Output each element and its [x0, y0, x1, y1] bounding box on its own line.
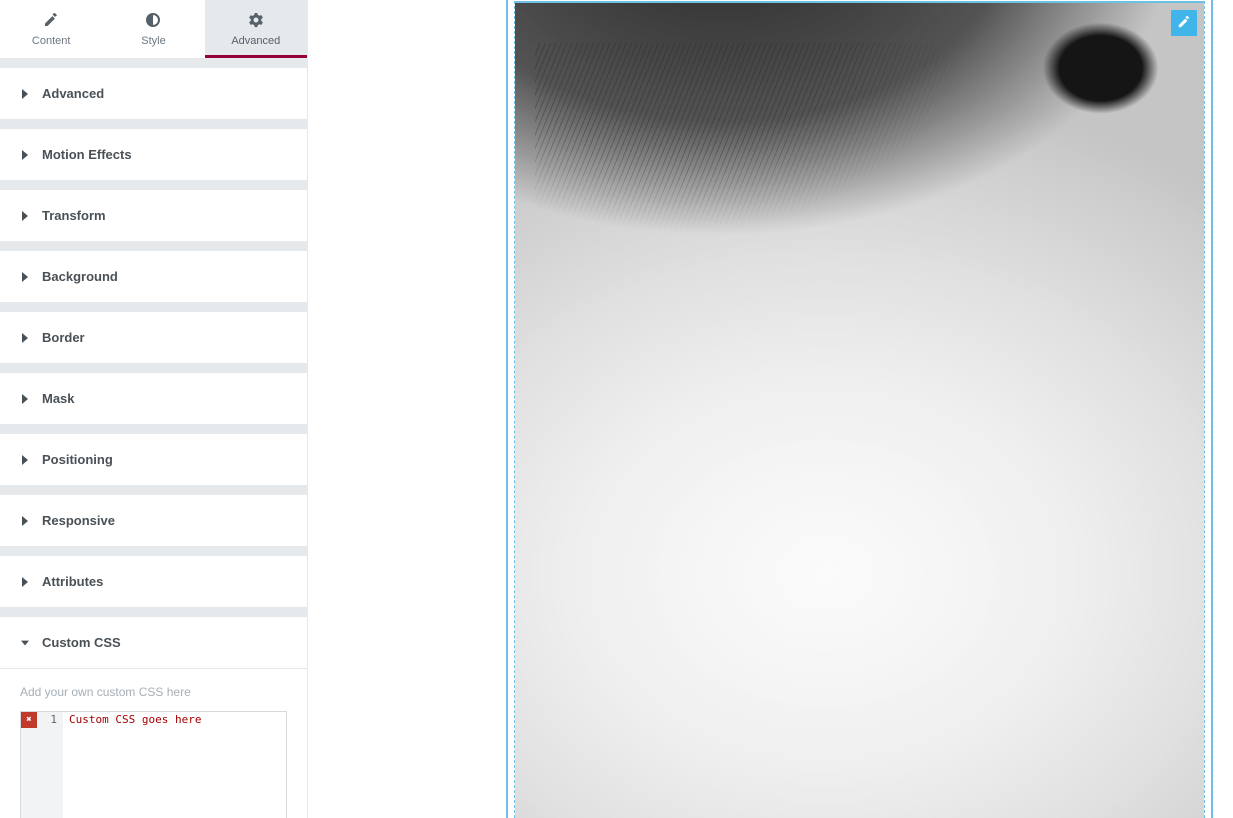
edit-widget-button[interactable]: [1171, 10, 1197, 36]
caret-right-icon: [20, 89, 30, 99]
caret-right-icon: [20, 394, 30, 404]
pencil-icon: [43, 12, 59, 31]
code-line-1[interactable]: Custom CSS goes here: [63, 712, 286, 728]
section-label: Mask: [42, 391, 75, 406]
section-border[interactable]: Border: [0, 312, 307, 363]
section-attributes[interactable]: Attributes: [0, 556, 307, 607]
caret-right-icon: [20, 272, 30, 282]
custom-css-help: Add your own custom CSS here: [20, 669, 287, 711]
section-label: Transform: [42, 208, 106, 223]
caret-right-icon: [20, 211, 30, 221]
custom-css-textarea[interactable]: [63, 728, 286, 818]
section-positioning[interactable]: Positioning: [0, 434, 307, 485]
section-label: Advanced: [42, 86, 104, 101]
section-mask[interactable]: Mask: [0, 373, 307, 424]
tab-label: Advanced: [231, 35, 280, 47]
custom-css-body: Add your own custom CSS here ✖ 1 Custom …: [0, 668, 307, 818]
section-custom-css[interactable]: Custom CSS: [0, 617, 307, 668]
caret-right-icon: [20, 333, 30, 343]
caret-right-icon: [20, 577, 30, 587]
widget-outline[interactable]: [514, 1, 1205, 818]
section-label: Responsive: [42, 513, 115, 528]
section-label: Positioning: [42, 452, 113, 467]
tab-label: Style: [141, 35, 165, 47]
column-outline[interactable]: [506, 0, 1213, 818]
tab-content[interactable]: Content: [0, 0, 102, 58]
custom-css-editor[interactable]: ✖ 1 Custom CSS goes here: [20, 711, 287, 818]
caret-right-icon: [20, 455, 30, 465]
gutter: [21, 728, 63, 818]
tab-label: Content: [32, 35, 71, 47]
editor-sidebar: Content Style Advanced Advanced: [0, 0, 308, 818]
caret-right-icon: [20, 516, 30, 526]
tab-advanced[interactable]: Advanced: [205, 0, 307, 58]
section-label: Attributes: [42, 574, 103, 589]
image-widget[interactable]: [515, 3, 1204, 818]
section-transform[interactable]: Transform: [0, 190, 307, 241]
contrast-icon: [145, 12, 161, 31]
tab-style[interactable]: Style: [102, 0, 204, 58]
accordion-scroll[interactable]: Advanced Motion Effects Transform Backgr…: [0, 58, 307, 818]
section-advanced[interactable]: Advanced: [0, 68, 307, 119]
caret-down-icon: [20, 638, 30, 648]
pencil-icon: [1177, 15, 1191, 32]
caret-right-icon: [20, 150, 30, 160]
error-icon: ✖: [21, 712, 37, 728]
section-label: Border: [42, 330, 85, 345]
section-label: Background: [42, 269, 118, 284]
panel-tabs: Content Style Advanced: [0, 0, 307, 58]
section-motion-effects[interactable]: Motion Effects: [0, 129, 307, 180]
section-background[interactable]: Background: [0, 251, 307, 302]
gear-icon: [248, 12, 264, 31]
section-label: Custom CSS: [42, 635, 121, 650]
section-label: Motion Effects: [42, 147, 132, 162]
section-responsive[interactable]: Responsive: [0, 495, 307, 546]
line-number: 1: [37, 712, 63, 728]
preview-canvas[interactable]: [308, 0, 1233, 818]
